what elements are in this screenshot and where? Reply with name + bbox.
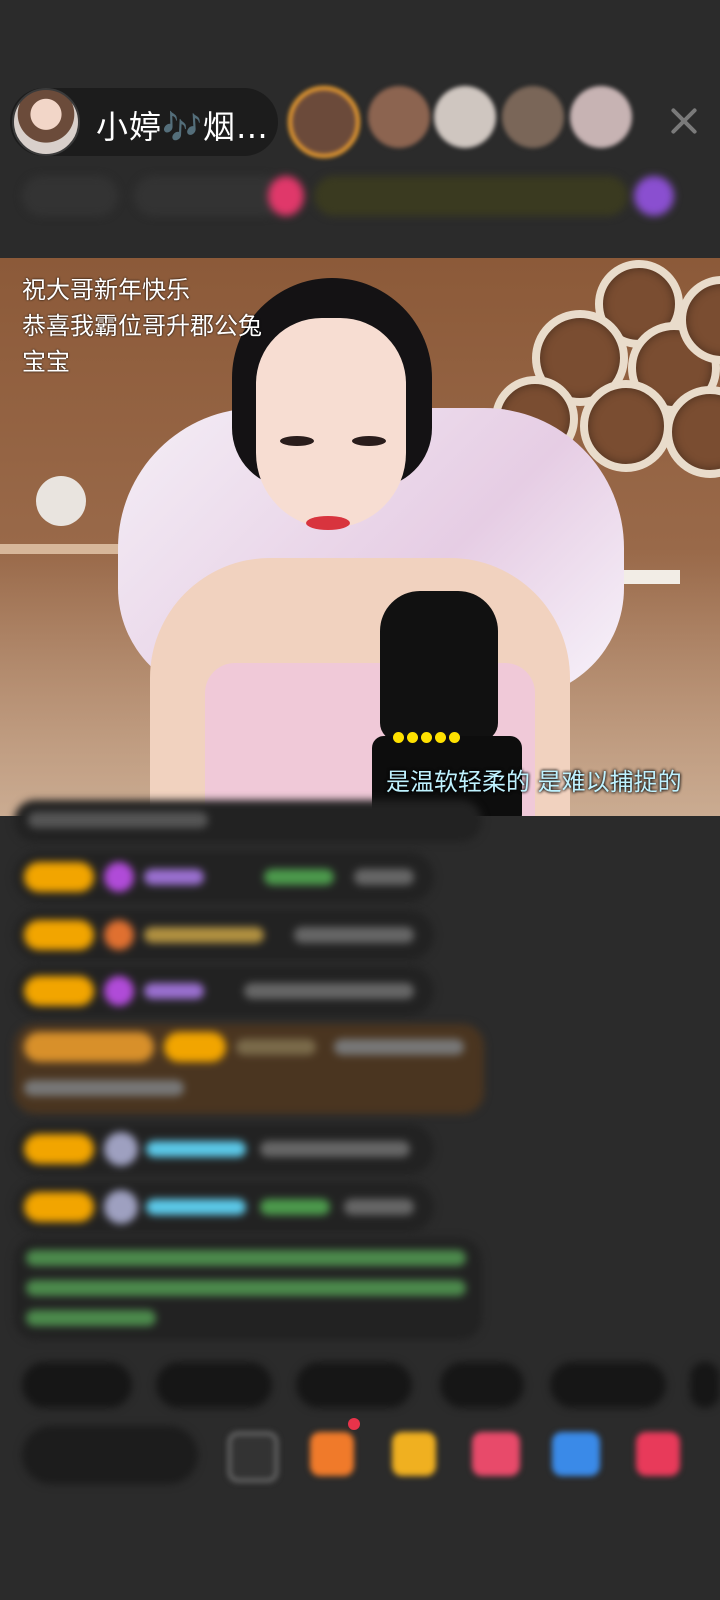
quick-reply-chip[interactable]	[440, 1362, 524, 1408]
chat-input[interactable]	[22, 1426, 198, 1484]
chat-message[interactable]	[14, 910, 434, 960]
chat-message[interactable]	[14, 852, 434, 902]
quick-reply-chip[interactable]	[550, 1362, 666, 1408]
emoji-icon[interactable]	[228, 1432, 278, 1482]
overlay-message-line-2: 恭喜我霸位哥升郡公兔	[22, 312, 262, 340]
overlay-message-line-1: 祝大哥新年快乐	[22, 276, 190, 304]
more-grid-icon[interactable]	[636, 1432, 680, 1476]
viewer-avatar-5[interactable]	[570, 86, 632, 148]
quick-reply-chip[interactable]	[690, 1362, 720, 1408]
system-notice	[14, 1238, 482, 1340]
host-name[interactable]: 小婷🎶烟…	[96, 102, 269, 148]
chat-message[interactable]	[14, 1182, 434, 1232]
viewer-avatar-4[interactable]	[502, 86, 564, 148]
quick-reply-chip[interactable]	[22, 1362, 132, 1408]
red-envelope-icon[interactable]	[392, 1432, 436, 1476]
gift-box-icon[interactable]	[310, 1432, 354, 1476]
close-icon[interactable]	[662, 100, 706, 144]
chat-message[interactable]	[14, 1124, 434, 1174]
lyric-subtitle: 是温软轻柔的 是难以捕捉的	[386, 768, 682, 796]
lyric-progress-dots	[393, 728, 463, 747]
viewer-avatar-3[interactable]	[434, 86, 496, 148]
stats-bar[interactable]	[22, 176, 694, 218]
notification-dot	[348, 1418, 360, 1430]
chat-message[interactable]	[14, 800, 482, 842]
host-avatar[interactable]	[12, 88, 80, 156]
live-video[interactable]	[0, 258, 720, 816]
quick-reply-chip[interactable]	[156, 1362, 272, 1408]
chat-message-highlighted[interactable]	[14, 1024, 484, 1114]
overlay-message-line-3: 宝宝	[22, 348, 70, 376]
game-icon[interactable]	[552, 1432, 600, 1476]
chat-message[interactable]	[14, 966, 434, 1016]
heart-icon[interactable]	[472, 1432, 520, 1476]
viewer-avatar-2[interactable]	[368, 86, 430, 148]
quick-reply-chip[interactable]	[296, 1362, 412, 1408]
viewer-avatar-1[interactable]	[288, 86, 360, 158]
